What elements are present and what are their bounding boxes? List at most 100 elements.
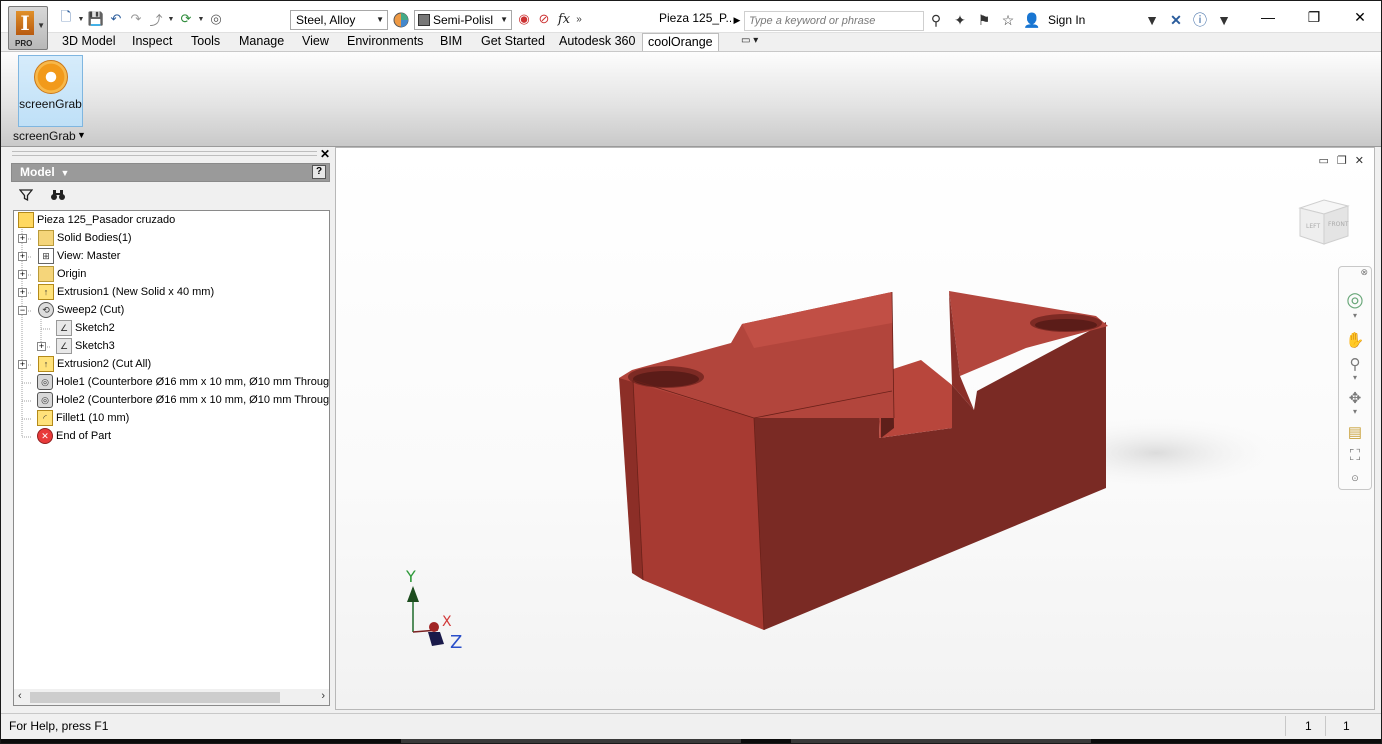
more-icon[interactable]: » (575, 10, 583, 28)
new-file-icon[interactable]: 🗋 (57, 9, 75, 28)
tree-node-origin[interactable]: + Origin (18, 265, 86, 283)
appearance-select[interactable]: Semi-Polisl ▼ (414, 10, 512, 30)
expand-icon[interactable]: + (18, 359, 27, 369)
chevron-down-icon[interactable]: ▼ (1214, 11, 1234, 29)
taskbar-segment (401, 739, 741, 743)
tree-node-label: Origin (57, 268, 87, 280)
close-icon[interactable]: ✕ (320, 147, 330, 161)
tree-node-hole2[interactable]: ◎ Hole2 (Counterbore Ø16 mm x 10 mm, Ø10… (37, 391, 329, 409)
tab-coolorange[interactable]: coolOrange (642, 33, 719, 51)
play-icon[interactable]: ▶ (731, 12, 743, 28)
scroll-left-icon[interactable]: ‹ (18, 690, 22, 702)
chevron-down-icon[interactable]: ▼ (197, 10, 205, 28)
adjust-icon[interactable]: ◉ (515, 10, 533, 28)
tree-node-view-master[interactable]: + ⊞ View: Master (18, 247, 120, 265)
expand-icon[interactable]: + (37, 341, 46, 351)
look-at-icon[interactable]: ▤ (1339, 423, 1371, 441)
browser-header[interactable]: Model ▼ ? (11, 163, 330, 182)
tree-node-fillet1[interactable]: ◜ Fillet1 (10 mm) (37, 409, 129, 427)
chevron-down-icon[interactable]: ▼ (167, 10, 175, 28)
tab-inspect[interactable]: Inspect (132, 33, 172, 51)
y-axis-arrow (407, 586, 419, 602)
redo-icon[interactable]: ↷ (127, 10, 145, 28)
browser-grip[interactable] (12, 151, 317, 156)
communication-icon[interactable]: ⚑ (974, 11, 994, 29)
tab-environments[interactable]: Environments (347, 33, 423, 51)
chevron-down-icon[interactable]: ▾ (1339, 407, 1371, 416)
minimize-icon[interactable]: — (1245, 1, 1291, 33)
parameters-icon[interactable]: fx (555, 10, 573, 28)
ribbon-panel-label[interactable]: screenGrab (13, 129, 76, 143)
clear-override-icon[interactable]: ⊘ (535, 10, 553, 28)
chevron-down-icon: ▼ (376, 15, 384, 24)
tab-get-started[interactable]: Get Started (481, 33, 545, 51)
return-icon[interactable]: ⤴ (147, 10, 165, 28)
tree-node-extrusion1[interactable]: + ↑ Extrusion1 (New Solid x 40 mm) (18, 283, 214, 301)
close-icon[interactable]: ⊗ (1339, 267, 1371, 278)
search-input[interactable]: Type a keyword or phrase (744, 11, 924, 31)
restore-icon[interactable]: ❐ (1291, 1, 1337, 33)
expand-icon[interactable]: + (18, 233, 27, 243)
graphics-viewport[interactable]: ▭ ❐ ✕ LEFT FRONT ⊗ ◎ ▾ ✋ ⚲ ▾ ✥ ▾ ▤ ⛶ ⊙ Y… (335, 147, 1375, 710)
chevron-down-icon[interactable]: ▼ (1142, 11, 1162, 29)
pan-icon[interactable]: ✋ (1339, 331, 1371, 349)
tree-node-hole1[interactable]: ◎ Hole1 (Counterbore Ø16 mm x 10 mm, Ø10… (37, 373, 329, 391)
tree-node-label: Sketch3 (75, 340, 115, 352)
tree-node-sweep2[interactable]: − ⟲ Sweep2 (Cut) (18, 301, 124, 319)
filter-icon[interactable] (17, 186, 35, 204)
close-icon[interactable]: ✕ (1337, 1, 1381, 33)
horizontal-scrollbar[interactable]: ‹ › (13, 689, 330, 706)
viewcube[interactable]: LEFT FRONT (1294, 194, 1352, 250)
help-icon[interactable]: ⓘ (1190, 11, 1210, 29)
star-icon[interactable]: ☆ (998, 11, 1018, 29)
expand-icon[interactable]: + (18, 251, 27, 261)
tab-bim[interactable]: BIM (440, 33, 462, 51)
tree-node-root[interactable]: Pieza 125_Pasador cruzado (18, 211, 175, 229)
chevron-down-icon[interactable]: ▼ (77, 130, 86, 140)
sign-in-button[interactable]: Sign In (1048, 13, 1138, 27)
appearance-icon[interactable] (392, 11, 410, 29)
help-icon[interactable]: ? (312, 165, 326, 179)
minimize-icon[interactable]: ▭ (1319, 154, 1329, 167)
subscription-icon[interactable]: ✦ (950, 11, 970, 29)
chevron-down-icon[interactable]: ▾ (1339, 373, 1371, 382)
y-axis-label: Y (405, 567, 416, 586)
part-model[interactable] (336, 148, 1375, 710)
tab-autodesk-360[interactable]: Autodesk 360 (559, 33, 635, 51)
full-navigation-icon[interactable]: ⛶ (1339, 447, 1371, 464)
material-select[interactable]: Steel, Alloy ▼ (290, 10, 388, 30)
select-priority-icon[interactable]: ◎ (207, 10, 225, 28)
save-icon[interactable]: 💾 (87, 10, 105, 28)
collapse-icon[interactable]: − (18, 305, 27, 315)
chevron-down-icon[interactable]: ▼ (77, 10, 85, 28)
chevron-down-icon[interactable]: ▾ (1339, 311, 1371, 320)
tree-node-end-of-part[interactable]: ✕ End of Part (37, 427, 111, 445)
scroll-right-icon[interactable]: › (321, 690, 325, 702)
ribbon-display-options-icon[interactable]: ▭ ▾ (741, 35, 769, 49)
tree-node-solid-bodies[interactable]: + Solid Bodies(1) (18, 229, 132, 247)
application-menu-button[interactable]: I PRO ▼ (8, 6, 48, 50)
tree-node-extrusion2[interactable]: + ↑ Extrusion2 (Cut All) (18, 355, 151, 373)
steering-wheel-icon[interactable]: ◎ (1339, 287, 1371, 312)
tab-3d-model[interactable]: 3D Model (62, 33, 116, 51)
tab-view[interactable]: View (302, 33, 329, 51)
update-icon[interactable]: ⟳ (177, 10, 195, 28)
expand-icon[interactable]: + (18, 269, 27, 279)
user-icon[interactable]: 👤 (1022, 11, 1042, 29)
close-icon[interactable]: ✕ (1355, 154, 1364, 167)
customize-icon[interactable]: ⊙ (1339, 473, 1371, 484)
exchange-icon[interactable]: ✕ (1166, 11, 1186, 29)
binoculars-icon[interactable]: ⚲ (926, 11, 946, 29)
restore-icon[interactable]: ❐ (1337, 154, 1347, 167)
tab-manage[interactable]: Manage (239, 33, 284, 51)
scrollbar-thumb[interactable] (30, 692, 280, 703)
zoom-icon[interactable]: ⚲ (1339, 355, 1371, 373)
screengrab-button[interactable]: screenGrab (18, 55, 83, 127)
orbit-icon[interactable]: ✥ (1339, 389, 1371, 407)
binoculars-icon[interactable] (49, 186, 67, 204)
tree-node-sketch2[interactable]: ∠ Sketch2 (56, 319, 115, 337)
undo-icon[interactable]: ↶ (107, 10, 125, 28)
expand-icon[interactable]: + (18, 287, 27, 297)
tab-tools[interactable]: Tools (191, 33, 220, 51)
tree-node-sketch3[interactable]: + ∠ Sketch3 (37, 337, 115, 355)
